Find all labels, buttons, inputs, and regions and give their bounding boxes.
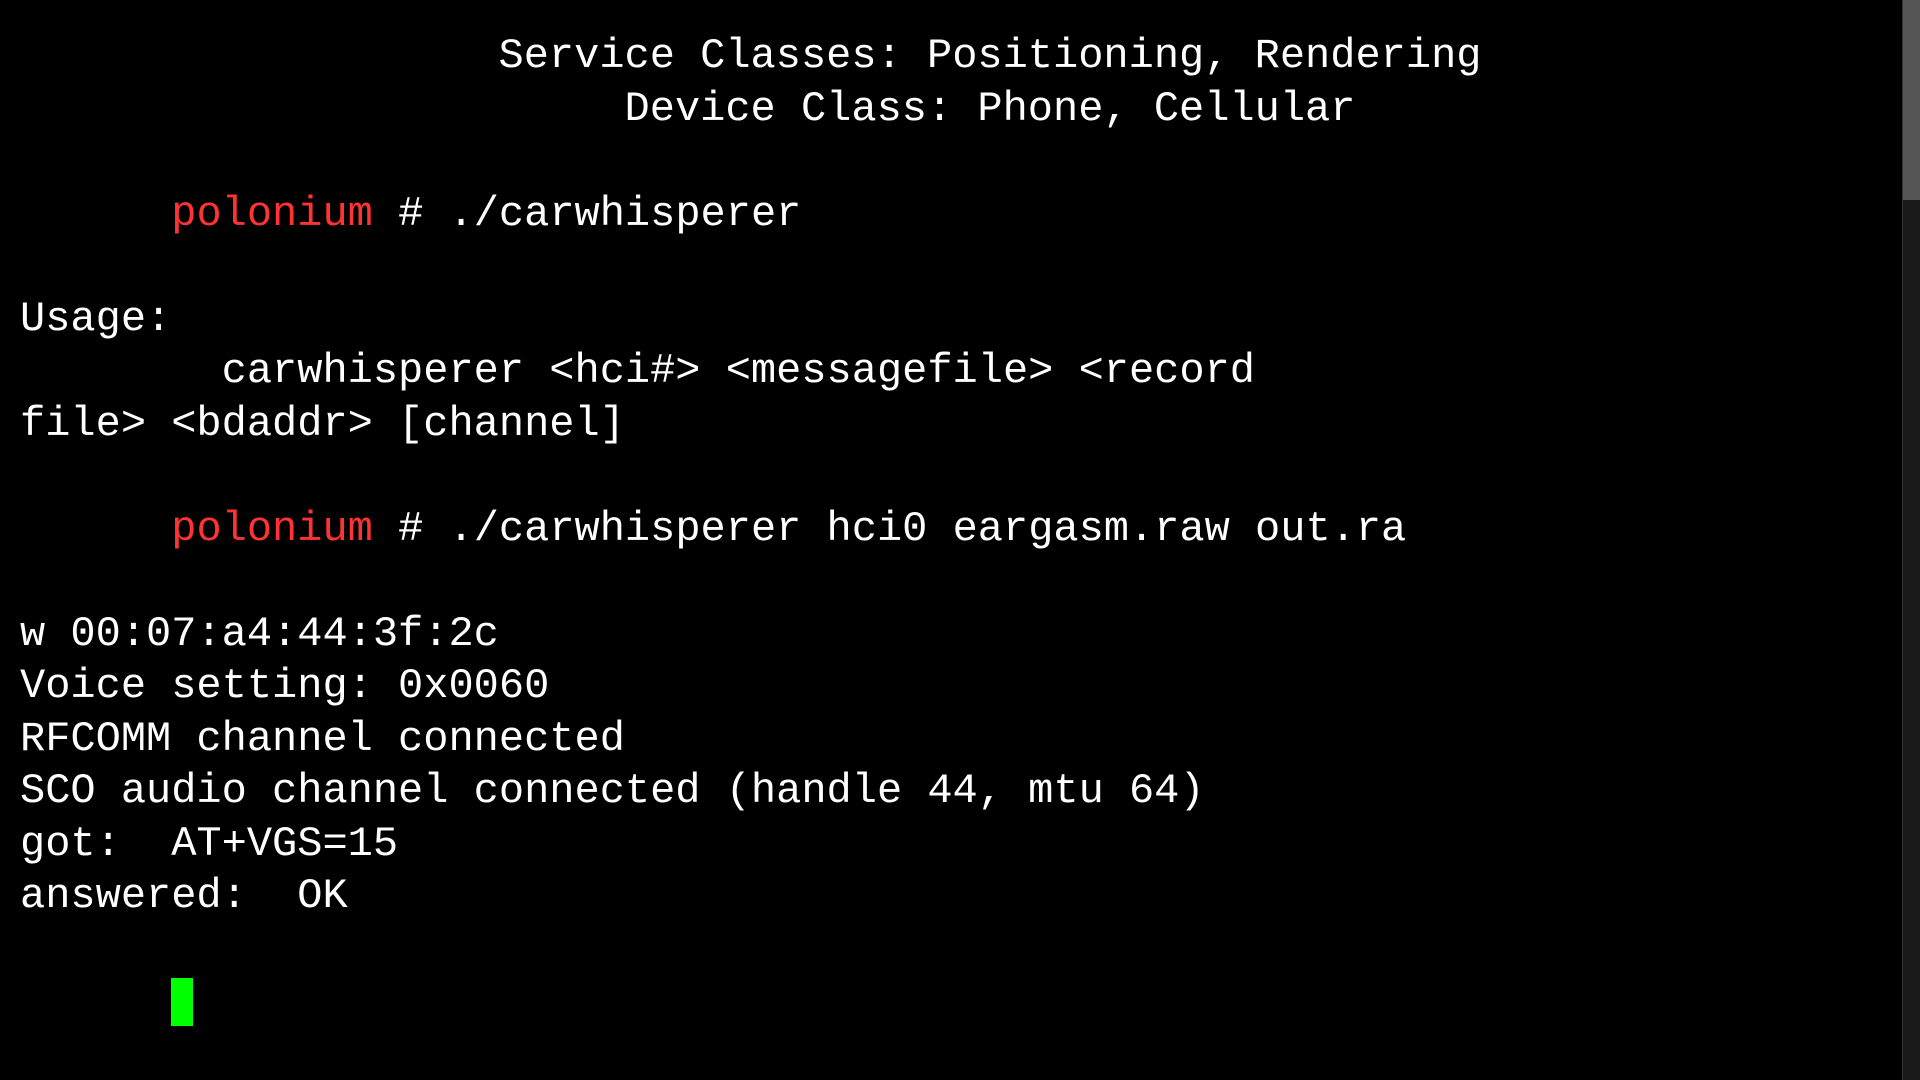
line-bdaddr: w 00:07:a4:44:3f:2c [20, 608, 1880, 661]
cmd-carwhisperer2: ./carwhisperer hci0 eargasm.raw out.ra [449, 505, 1407, 553]
cmd-carwhisperer: ./carwhisperer [449, 190, 802, 238]
prompt-hash-2: # [373, 505, 449, 553]
line-rfcomm-connected: RFCOMM channel connected [20, 713, 1880, 766]
line-answered-ok: answered: OK [20, 870, 1880, 923]
prompt-label-1: polonium [171, 190, 373, 238]
line-syntax2: file> <bdaddr> [channel] [20, 398, 1880, 451]
line-usage: Usage: [20, 293, 1880, 346]
terminal-cursor [171, 978, 193, 1026]
line-service-classes: Service Classes: Positioning, Rendering [20, 30, 1880, 83]
line-syntax1: carwhisperer <hci#> <messagefile> <recor… [20, 345, 1880, 398]
scrollbar[interactable] [1902, 0, 1920, 1080]
line-sco-connected: SCO audio channel connected (handle 44, … [20, 765, 1880, 818]
prompt-label-2: polonium [171, 505, 373, 553]
scrollbar-thumb[interactable] [1903, 0, 1920, 200]
prompt-hash-1: # [373, 190, 449, 238]
line-voice-setting: Voice setting: 0x0060 [20, 660, 1880, 713]
line-cursor [20, 923, 1880, 1080]
terminal-content: Service Classes: Positioning, Rendering … [20, 30, 1900, 1080]
line-device-class: Device Class: Phone, Cellular [20, 83, 1880, 136]
line-prompt-carwhisperer: polonium # ./carwhisperer [20, 135, 1880, 293]
line-got-at-vgs: got: AT+VGS=15 [20, 818, 1880, 871]
terminal-window: Service Classes: Positioning, Rendering … [0, 0, 1920, 1080]
line-prompt-carwhisperer2: polonium # ./carwhisperer hci0 eargasm.r… [20, 450, 1880, 608]
